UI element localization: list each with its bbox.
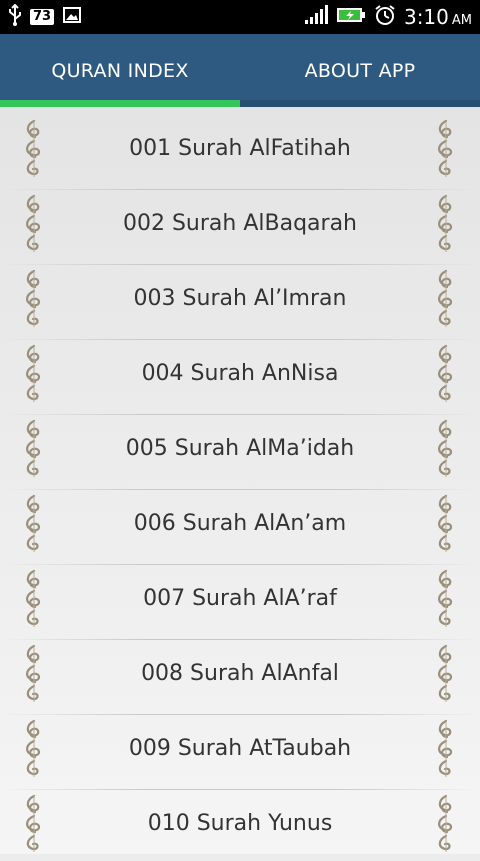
surah-label: 010 Surah Yunus [147, 811, 333, 836]
surah-label: 005 Surah AlMa’idah [125, 436, 355, 461]
ornament-left-icon [26, 644, 41, 704]
surah-label: 009 Surah AtTaubah [128, 736, 352, 761]
ornament-left-icon [26, 569, 41, 629]
list-item-surah-007[interactable]: 007 Surah AlA’raf [0, 561, 480, 636]
surah-label: 004 Surah AnNisa [141, 361, 339, 386]
notification-count-badge: 73 [30, 9, 55, 25]
list-item-surah-004[interactable]: 004 Surah AnNisa [0, 336, 480, 411]
ornament-right-icon [438, 644, 453, 704]
ornament-right-icon [438, 344, 453, 404]
usb-icon [8, 3, 22, 30]
ornament-right-icon [438, 419, 453, 479]
surah-label: 008 Surah AlAnfal [141, 661, 339, 686]
ornament-left-icon [26, 719, 41, 779]
ornament-left-icon [26, 344, 41, 404]
list-item-surah-002[interactable]: 002 Surah AlBaqarah [0, 186, 480, 261]
list-item-surah-008[interactable]: 008 Surah AlAnfal [0, 636, 480, 711]
list-item-surah-006[interactable]: 006 Surah AlAn’am [0, 486, 480, 561]
ornament-left-icon [26, 194, 41, 254]
surah-label: 001 Surah AlFatihah [129, 136, 351, 161]
status-right-icons: 3:10 AM [304, 4, 472, 30]
ornament-right-icon [438, 494, 453, 554]
clock-time: 3:10 [403, 5, 449, 29]
surah-label: 007 Surah AlA’raf [143, 586, 337, 611]
list-item-surah-005[interactable]: 005 Surah AlMa’idah [0, 411, 480, 486]
surah-label: 003 Surah Al’Imran [133, 286, 347, 311]
ornament-left-icon [26, 269, 41, 329]
status-left-icons: 73 [8, 3, 82, 30]
ornament-right-icon [438, 119, 453, 179]
active-tab-indicator [0, 100, 240, 107]
ornament-left-icon [26, 794, 41, 854]
tab-about-app[interactable]: ABOUT APP [240, 34, 480, 107]
battery-charging-icon [336, 6, 366, 28]
ornament-left-icon [26, 119, 41, 179]
ornament-right-icon [438, 269, 453, 329]
ornament-right-icon [438, 719, 453, 779]
ornament-left-icon [26, 494, 41, 554]
tab-about-app-label: ABOUT APP [304, 59, 416, 82]
clock-ampm: AM [451, 13, 472, 28]
list-item-surah-001[interactable]: 001 Surah AlFatihah [0, 111, 480, 186]
ornament-right-icon [438, 569, 453, 629]
list-item-surah-003[interactable]: 003 Surah Al’Imran [0, 261, 480, 336]
list-item-surah-010[interactable]: 010 Surah Yunus [0, 786, 480, 861]
ornament-right-icon [438, 194, 453, 254]
tab-quran-index[interactable]: QURAN INDEX [0, 34, 240, 107]
ornament-right-icon [438, 794, 453, 854]
surah-list: 001 Surah AlFatihah 002 Surah AlBaqarah … [0, 107, 480, 854]
signal-icon [304, 5, 328, 29]
clock: 3:10 AM [404, 6, 472, 28]
alarm-clock-icon [374, 4, 396, 30]
tab-quran-index-label: QURAN INDEX [51, 59, 189, 82]
surah-label: 002 Surah AlBaqarah [122, 211, 357, 236]
tab-bottom-edge [240, 100, 480, 107]
image-icon [62, 6, 82, 28]
ornament-left-icon [26, 419, 41, 479]
list-item-surah-009[interactable]: 009 Surah AtTaubah [0, 711, 480, 786]
surah-label: 006 Surah AlAn’am [133, 511, 347, 536]
tab-bar: QURAN INDEX ABOUT APP [0, 34, 480, 107]
status-bar: 73 3:10 AM [0, 0, 480, 34]
